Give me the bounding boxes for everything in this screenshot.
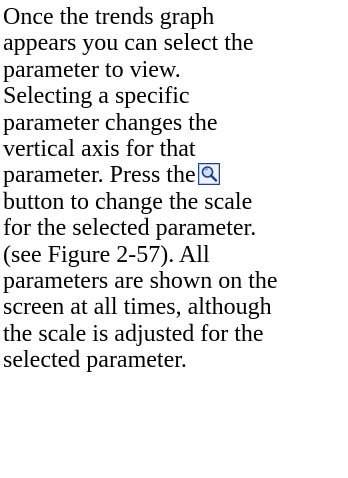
zoom-magnifier-icon[interactable] [197,163,220,186]
paragraph-line-12: screen at all times, although [3,294,272,321]
paragraph-line-10: (see Figure 2-57). All [3,241,210,268]
paragraph-line-5: parameter changes the [3,109,218,136]
paragraph-line-6: vertical axis for that [3,135,196,162]
paragraph-line-2: appears you can select the [3,30,254,57]
paragraph-line-7: parameter. Press the [3,162,345,188]
paragraph-line-7-text: parameter. Press the [3,162,196,189]
paragraph-line-9: for the selected parameter. [3,215,257,242]
paragraph-line-14: selected parameter. [3,347,187,374]
paragraph-line-3: parameter to view. [3,56,181,83]
paragraph-line-1: Once the trends graph [3,4,215,30]
paragraph-line-8: button to change the scale [3,188,253,215]
paragraph-line-4: Selecting a specific [3,83,190,110]
paragraph-line-13: the scale is adjusted for the [3,320,264,347]
trends-paragraph: Once the trends graph appears you can se… [3,4,345,373]
paragraph-line-11: parameters are shown on the [3,267,278,294]
document-page: Once the trends graph appears you can se… [0,0,348,478]
